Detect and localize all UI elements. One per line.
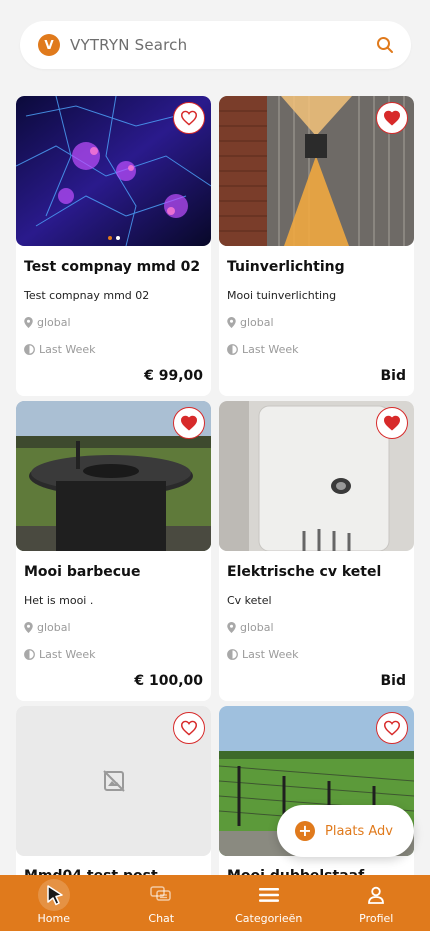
vytryn-logo: V xyxy=(38,34,60,56)
nav-categories[interactable]: Categorieën xyxy=(215,875,323,931)
nav-chat[interactable]: Chat xyxy=(108,875,216,931)
listing-price: € 100,00 xyxy=(134,673,203,689)
listing-card[interactable]: Test compnay mmd 02 Test compnay mmd 02 … xyxy=(16,96,211,396)
clock-icon xyxy=(24,344,35,355)
nav-home-label: Home xyxy=(37,911,70,925)
image-pager-dots xyxy=(107,236,120,240)
listing-location: global xyxy=(227,316,406,329)
search-bar[interactable]: V VYTRYN Search xyxy=(20,21,411,69)
time-text: Last Week xyxy=(242,343,299,356)
location-text: global xyxy=(240,621,274,634)
listing-image[interactable] xyxy=(16,706,211,856)
chat-icon xyxy=(150,882,172,908)
location-pin-icon xyxy=(24,317,33,328)
listing-card[interactable]: Mooi barbecue Het is mooi . global Last … xyxy=(16,401,211,701)
plus-icon: + xyxy=(295,821,315,841)
listing-location: global xyxy=(227,621,406,634)
nav-profile[interactable]: Profiel xyxy=(323,875,430,931)
cursor-icon xyxy=(37,878,71,911)
favorite-button[interactable] xyxy=(376,407,408,439)
favorite-button[interactable] xyxy=(173,712,205,744)
pager-dot xyxy=(115,236,120,240)
nav-home[interactable]: Home xyxy=(0,875,108,931)
listing-title: Elektrische cv ketel xyxy=(227,564,382,580)
place-ad-button[interactable]: + Plaats Adv xyxy=(277,805,414,857)
heart-outline-icon xyxy=(180,720,198,736)
listing-title: Test compnay mmd 02 xyxy=(24,259,201,275)
listing-description: Mooi tuinverlichting xyxy=(227,289,337,302)
time-text: Last Week xyxy=(39,343,96,356)
location-pin-icon xyxy=(227,622,236,633)
heart-outline-icon xyxy=(180,110,198,126)
place-ad-label: Plaats Adv xyxy=(325,823,393,839)
location-text: global xyxy=(240,316,274,329)
favorite-button[interactable] xyxy=(376,102,408,134)
menu-icon xyxy=(258,882,279,908)
time-text: Last Week xyxy=(242,648,299,661)
listing-time: Last Week xyxy=(227,648,406,661)
image-placeholder-icon xyxy=(103,770,125,796)
listing-card[interactable]: Elektrische cv ketel Cv ketel global Las… xyxy=(219,401,414,701)
listing-title: Mooi barbecue xyxy=(24,564,141,580)
location-pin-icon xyxy=(24,622,33,633)
pager-dot xyxy=(107,236,112,240)
listing-location: global xyxy=(24,621,203,634)
time-text: Last Week xyxy=(39,648,96,661)
location-pin-icon xyxy=(227,317,236,328)
heart-filled-icon xyxy=(383,415,401,431)
nav-chat-label: Chat xyxy=(148,911,175,925)
favorite-button[interactable] xyxy=(376,712,408,744)
heart-filled-icon xyxy=(383,110,401,126)
search-input[interactable]: VYTRYN Search xyxy=(70,36,375,54)
clock-icon xyxy=(227,649,238,660)
location-text: global xyxy=(37,316,71,329)
listing-card[interactable]: Tuinverlichting Mooi tuinverlichting glo… xyxy=(219,96,414,396)
listing-image[interactable] xyxy=(219,401,414,551)
favorite-button[interactable] xyxy=(173,102,205,134)
nav-profile-label: Profiel xyxy=(359,911,394,925)
listing-price: Bid xyxy=(380,673,407,689)
bottom-nav: Home Chat Categorieën Profiel xyxy=(0,875,430,931)
clock-icon xyxy=(227,344,238,355)
heart-filled-icon xyxy=(180,415,198,431)
listing-image[interactable] xyxy=(219,96,414,246)
heart-outline-icon xyxy=(383,720,401,736)
listing-time: Last Week xyxy=(24,648,203,661)
profile-icon xyxy=(367,882,385,908)
listing-description: Het is mooi . xyxy=(24,594,94,607)
listing-description: Cv ketel xyxy=(227,594,272,607)
listing-location: global xyxy=(24,316,203,329)
listing-time: Last Week xyxy=(24,343,203,356)
favorite-button[interactable] xyxy=(173,407,205,439)
nav-categories-label: Categorieën xyxy=(235,911,303,925)
listing-time: Last Week xyxy=(227,343,406,356)
location-text: global xyxy=(37,621,71,634)
listing-price: € 99,00 xyxy=(144,368,203,384)
listing-description: Test compnay mmd 02 xyxy=(24,289,150,302)
search-icon[interactable] xyxy=(375,35,395,55)
listing-price: Bid xyxy=(380,368,407,384)
listing-title: Tuinverlichting xyxy=(227,259,345,275)
listing-image[interactable] xyxy=(16,96,211,246)
clock-icon xyxy=(24,649,35,660)
listing-image[interactable] xyxy=(16,401,211,551)
